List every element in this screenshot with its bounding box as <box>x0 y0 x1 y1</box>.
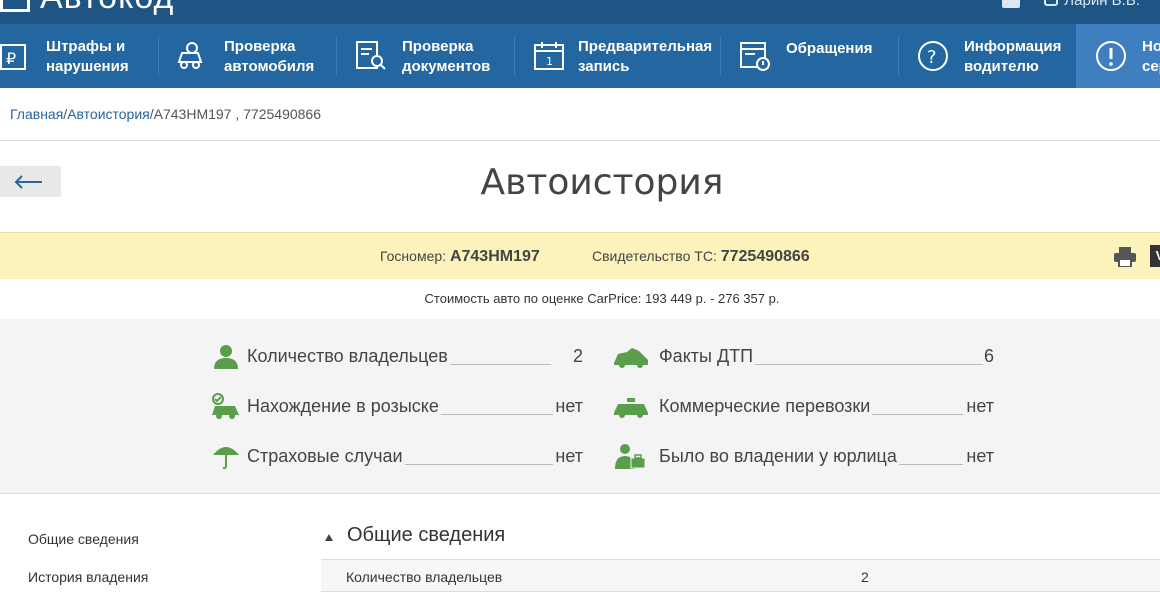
insurance-label: Страховые случаи <box>247 446 405 467</box>
doc-search-icon <box>356 41 386 70</box>
taxi-icon <box>614 398 648 418</box>
legal-entity-value: нет <box>966 446 994 466</box>
svg-text:?: ? <box>927 47 937 68</box>
leader-line <box>753 364 983 365</box>
owners-value: 2 <box>572 346 583 366</box>
main-nav: ₽ Штрафы и нарушения Проверка автомобиля… <box>0 24 1160 88</box>
price-estimate: Стоимость авто по оценке CarPrice: 193 4… <box>424 291 780 306</box>
nav-doc-check-label: Проверка документов <box>402 38 491 75</box>
user-menu[interactable]: Ларин В.В. <box>1002 0 1140 9</box>
breadcrumb: Главная/Автоистория/A743HM197 , 77254908… <box>10 106 321 122</box>
plate-info: Госномер: A743HM197 <box>380 248 540 266</box>
wanted-label: Нахождение в розыске <box>247 396 441 417</box>
summary-commercial: Коммерческие перевозки нет <box>613 391 994 421</box>
page-title: Автоистория <box>480 162 724 203</box>
bell-icon[interactable] <box>1002 0 1021 8</box>
summary-insurance: Страховые случаи нет <box>211 441 583 471</box>
nav-driver-info-label: Информация водителю <box>964 38 1062 75</box>
summary-legal-entity: Было во владении у юрлица нет <box>613 441 994 471</box>
svg-text:₽: ₽ <box>6 49 16 68</box>
nav-fines[interactable]: ₽ Штрафы и нарушения <box>0 24 158 88</box>
commercial-value: нет <box>966 396 994 416</box>
sidebar-link-general[interactable]: Общие сведения <box>28 531 139 547</box>
commercial-label: Коммерческие перевозки <box>659 396 873 417</box>
plate-label: Госномер: <box>380 248 447 264</box>
user-name[interactable]: Ларин В.В. <box>1064 0 1140 9</box>
nav-car-check-label: Проверка автомобиля <box>224 38 315 75</box>
summary-wanted: Нахождение в розыске нет <box>211 391 583 421</box>
cert-value: 7725490866 <box>720 248 810 265</box>
nav-doc-check[interactable]: Проверка документов <box>337 24 514 88</box>
top-header: Автокод Ларин В.В. <box>0 0 1160 24</box>
accidents-label: Факты ДТП <box>659 346 756 367</box>
nav-fines-label: Штрафы и нарушения <box>46 38 129 75</box>
umbrella-icon <box>213 447 239 469</box>
calendar-icon: 1 <box>534 42 564 70</box>
summary-owners: Количество владельцев 2 <box>211 341 583 371</box>
user-icon <box>1044 0 1059 6</box>
owners-label: Количество владельцев <box>247 346 450 367</box>
insurance-value: нет <box>555 446 583 466</box>
nav-new-services-label: Но сер <box>1142 38 1160 75</box>
vehicle-band: Госномер: A743HM197 Свидетельство ТС: 77… <box>0 232 1160 279</box>
cert-label: Свидетельство ТС: <box>592 248 717 264</box>
alert-icon <box>1096 41 1126 71</box>
nav-requests[interactable]: Обращения <box>721 24 898 88</box>
summary-panel: Количество владельцев 2 Нахождение в роз… <box>0 319 1160 494</box>
breadcrumb-current: A743HM197 , 7725490866 <box>153 106 321 122</box>
nav-new-services[interactable]: Но сер <box>1076 24 1160 88</box>
ruble-doc-icon: ₽ <box>0 44 26 70</box>
car-check-icon <box>212 393 239 419</box>
printer-icon[interactable] <box>1114 247 1136 267</box>
table-row: Количество владельцев 2 <box>321 560 1160 592</box>
table-cell-label: Количество владельцев <box>346 569 503 585</box>
car-search-icon <box>177 42 203 69</box>
businessman-icon <box>615 444 646 469</box>
question-icon: ? <box>918 41 948 71</box>
summary-accidents: Факты ДТП 6 <box>613 341 994 371</box>
leader-line <box>396 464 553 465</box>
legal-entity-label: Было во владении у юрлица <box>659 446 899 467</box>
logo-icon <box>0 0 30 12</box>
nav-driver-info[interactable]: ? Информация водителю <box>899 24 1076 88</box>
owners-icon <box>214 345 238 369</box>
crashed-car-icon <box>614 348 648 368</box>
breadcrumb-home[interactable]: Главная <box>10 106 63 122</box>
nav-appointment[interactable]: 1 Предварительная запись <box>515 24 720 88</box>
plate-value: A743HM197 <box>449 248 540 265</box>
sidebar-link-ownership[interactable]: История владения <box>28 569 148 585</box>
logo[interactable]: Автокод <box>0 0 174 17</box>
divider <box>0 140 1160 141</box>
collapse-triangle-icon[interactable] <box>325 534 333 541</box>
svg-text:1: 1 <box>546 55 553 68</box>
nav-appointment-label: Предварительная запись <box>578 38 713 75</box>
view-button[interactable]: V <box>1150 245 1160 267</box>
request-icon <box>740 42 770 71</box>
cert-info: Свидетельство ТС: 7725490866 <box>592 248 810 266</box>
table-cell-value: 2 <box>861 569 869 585</box>
accidents-value: 6 <box>983 346 994 366</box>
breadcrumb-section[interactable]: Автоистория <box>67 106 150 122</box>
nav-car-check[interactable]: Проверка автомобиля <box>159 24 336 88</box>
wanted-value: нет <box>555 396 583 416</box>
leader-line <box>863 414 963 415</box>
section-title[interactable]: Общие сведения <box>347 524 505 547</box>
nav-requests-label: Обращения <box>786 40 873 57</box>
logo-text: Автокод <box>40 0 174 16</box>
